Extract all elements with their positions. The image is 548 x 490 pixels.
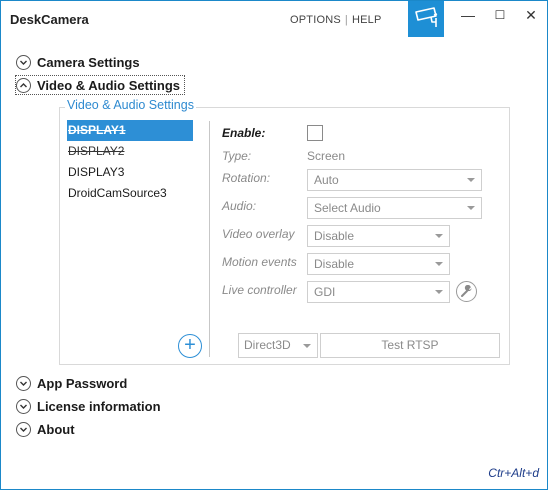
rotation-value: Auto xyxy=(314,173,339,187)
source-list: DISPLAY1 DISPLAY2 DISPLAY3 DroidCamSourc… xyxy=(67,120,193,340)
wrench-icon[interactable] xyxy=(456,281,477,302)
dropdown-arrow-icon xyxy=(467,178,475,182)
dropdown-arrow-icon xyxy=(467,206,475,210)
rotation-dropdown[interactable]: Auto xyxy=(307,169,482,191)
audio-value: Select Audio xyxy=(314,201,381,215)
live-controller-label: Live controller xyxy=(222,283,297,297)
app-window: DeskCamera OPTIONS | HELP — ☐ ✕ Camera Set… xyxy=(0,0,548,490)
help-link[interactable]: HELP xyxy=(352,14,382,26)
camera-settings-header[interactable]: Camera Settings xyxy=(16,52,140,72)
audio-dropdown[interactable]: Select Audio xyxy=(307,197,482,219)
dropdown-arrow-icon xyxy=(435,262,443,266)
license-information-label: License information xyxy=(37,398,161,414)
motion-events-value: Disable xyxy=(314,257,355,271)
chevron-up-icon xyxy=(16,77,31,93)
minimize-button[interactable]: — xyxy=(453,1,483,31)
test-rtsp-button[interactable]: Test RTSP xyxy=(320,333,500,358)
camera-logo-icon xyxy=(408,1,444,37)
menu-separator: | xyxy=(344,14,348,26)
camera-settings-label: Camera Settings xyxy=(37,54,140,70)
app-title: DeskCamera xyxy=(10,12,89,27)
source-item-display2[interactable]: DISPLAY2 xyxy=(67,141,193,162)
chevron-down-icon xyxy=(16,54,31,70)
source-item-droidcam[interactable]: DroidCamSource3 xyxy=(67,183,193,204)
video-overlay-label: Video overlay xyxy=(222,227,295,241)
video-overlay-dropdown[interactable]: Disable xyxy=(307,225,450,247)
chevron-down-icon xyxy=(16,398,31,414)
source-item-display3[interactable]: DISPLAY3 xyxy=(67,162,193,183)
about-header[interactable]: About xyxy=(16,419,75,439)
license-information-header[interactable]: License information xyxy=(16,396,161,416)
type-value: Screen xyxy=(307,149,346,163)
about-label: About xyxy=(37,421,75,437)
audio-label: Audio: xyxy=(222,199,257,213)
title-bar: DeskCamera OPTIONS | HELP — ☐ ✕ xyxy=(1,1,547,37)
chevron-down-icon xyxy=(16,421,31,437)
close-button[interactable]: ✕ xyxy=(516,1,546,31)
dropdown-arrow-icon xyxy=(435,234,443,238)
renderer-dropdown[interactable]: Direct3D xyxy=(238,333,318,358)
motion-events-label: Motion events xyxy=(222,255,297,269)
dropdown-arrow-icon xyxy=(303,344,311,348)
video-overlay-value: Disable xyxy=(314,229,355,243)
top-menu: OPTIONS | HELP xyxy=(290,14,382,26)
panel-divider xyxy=(209,121,210,357)
shortcut-hint: Ctr+Alt+d xyxy=(488,466,539,480)
motion-events-dropdown[interactable]: Disable xyxy=(307,253,450,275)
live-controller-value: GDI xyxy=(314,285,336,299)
live-controller-dropdown[interactable]: GDI xyxy=(307,281,450,303)
enable-label: Enable: xyxy=(222,126,266,140)
options-link[interactable]: OPTIONS xyxy=(290,14,341,26)
type-label: Type: xyxy=(222,149,252,163)
rotation-label: Rotation: xyxy=(222,171,271,185)
dropdown-arrow-icon xyxy=(435,290,443,294)
enable-checkbox[interactable] xyxy=(307,125,323,141)
maximize-button[interactable]: ☐ xyxy=(485,1,515,31)
renderer-value: Direct3D xyxy=(244,338,291,352)
video-audio-settings-label: Video & Audio Settings xyxy=(37,77,181,93)
add-source-button[interactable]: + xyxy=(178,334,202,358)
group-legend: Video & Audio Settings xyxy=(65,98,196,112)
video-audio-settings-header[interactable]: Video & Audio Settings xyxy=(15,75,186,95)
source-item-display1[interactable]: DISPLAY1 xyxy=(67,120,193,141)
app-password-header[interactable]: App Password xyxy=(16,373,127,393)
app-password-label: App Password xyxy=(37,375,128,391)
chevron-down-icon xyxy=(16,375,31,391)
